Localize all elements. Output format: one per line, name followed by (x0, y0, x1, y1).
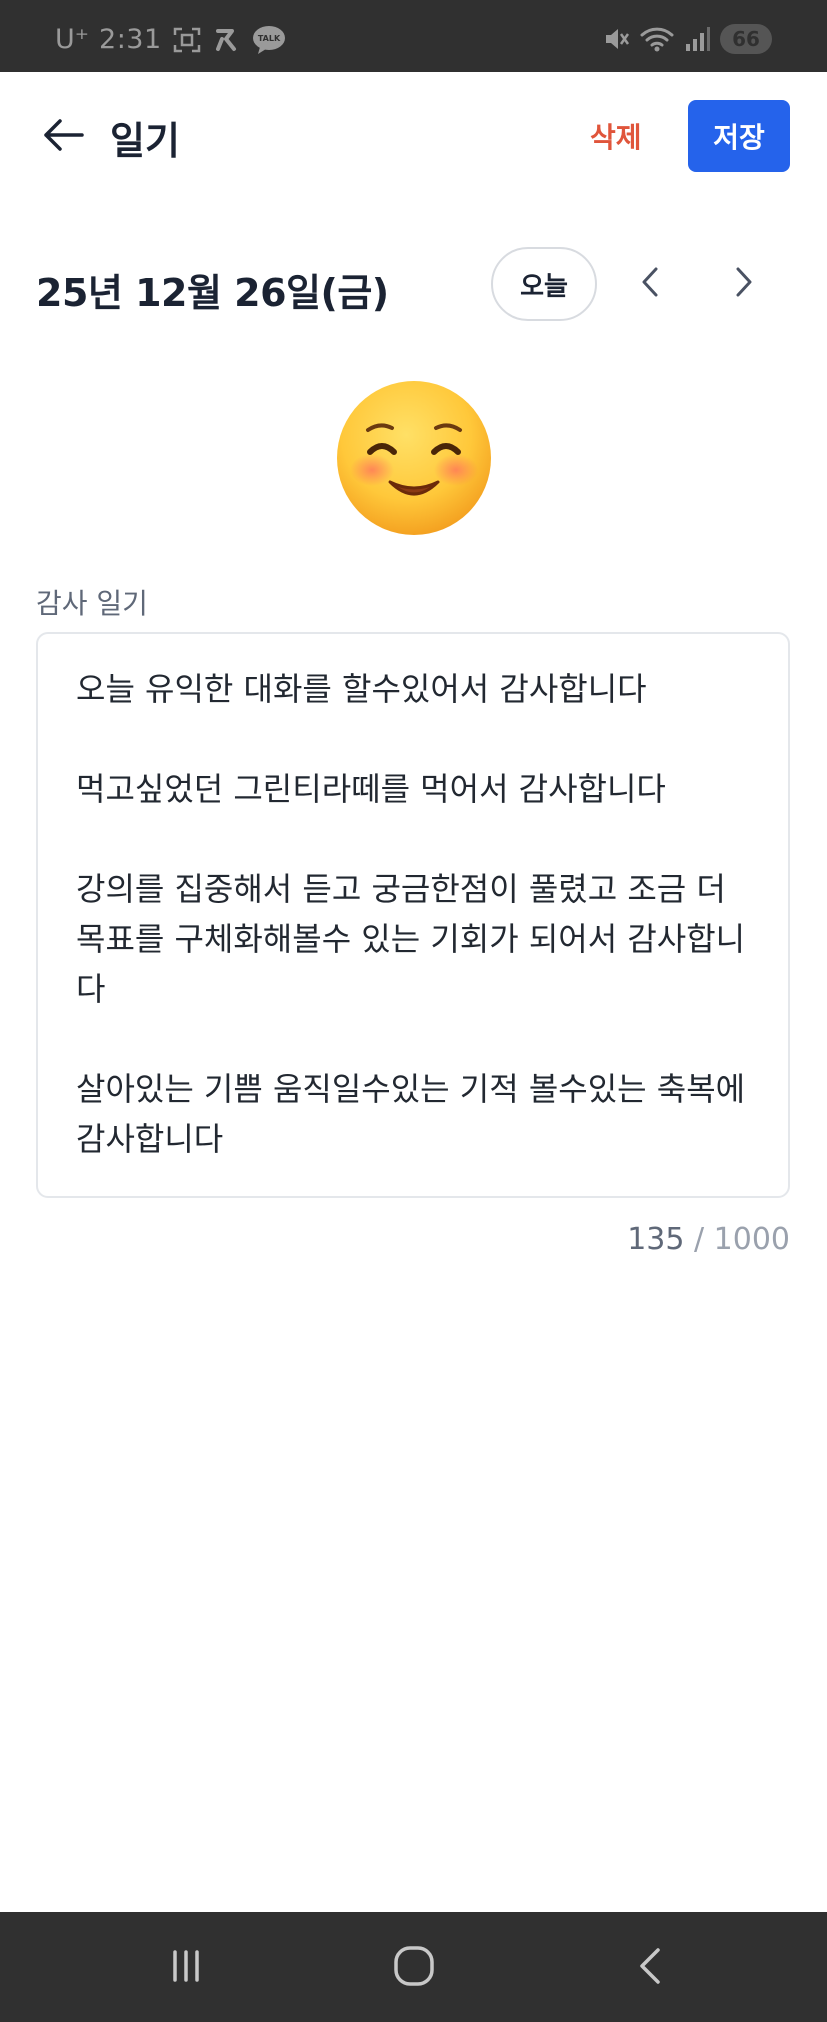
app-icon (212, 25, 242, 55)
home-icon (392, 1944, 436, 1992)
mute-icon (602, 25, 630, 53)
next-day-button[interactable] (722, 262, 766, 306)
diary-type-label: 감사 일기 (36, 587, 148, 620)
delete-button[interactable]: 삭제 (590, 116, 642, 156)
mood-emoji[interactable] (334, 378, 494, 538)
status-bar-right: 66 (602, 24, 772, 54)
battery-indicator: 66 (720, 24, 772, 54)
home-button[interactable] (384, 1940, 444, 1996)
system-back-button[interactable] (620, 1940, 680, 1996)
clock: 2:31 (99, 24, 162, 55)
signal-icon (684, 25, 710, 53)
today-button[interactable]: 오늘 (491, 247, 597, 321)
diary-screen: U⁺ 2:31 TALK 66 일기 삭제 저장 25년 12월 26일(금) … (0, 0, 827, 2022)
kakaotalk-icon: TALK (252, 25, 286, 55)
screenshot-icon (172, 26, 202, 54)
character-limit: / 1000 (694, 1222, 790, 1257)
save-button[interactable]: 저장 (688, 100, 790, 172)
recent-apps-icon (166, 1946, 206, 1990)
character-counter: 135 / 1000 (627, 1222, 790, 1257)
carrier-label: U⁺ (55, 24, 90, 55)
chevron-left-icon (638, 265, 662, 303)
app-header: 일기 삭제 저장 (0, 72, 827, 200)
previous-day-button[interactable] (628, 262, 672, 306)
character-count: 135 (627, 1222, 685, 1257)
diary-textarea[interactable]: 오늘 유익한 대화를 할수있어서 감사합니다 먹고싶었던 그린티라떼를 먹어서 … (36, 632, 790, 1198)
wifi-icon (640, 25, 674, 53)
diary-content[interactable]: 오늘 유익한 대화를 할수있어서 감사합니다 먹고싶었던 그린티라떼를 먹어서 … (76, 664, 756, 1164)
page-title: 일기 (110, 119, 180, 163)
smiling-face-icon (337, 381, 491, 535)
back-button[interactable] (38, 112, 88, 162)
date-navigation: 25년 12월 26일(금) 오늘 (0, 240, 827, 328)
recent-apps-button[interactable] (156, 1940, 216, 1996)
system-navigation-bar (0, 1912, 827, 2022)
svg-text:TALK: TALK (257, 34, 280, 43)
status-bar: U⁺ 2:31 TALK 66 (0, 0, 827, 72)
chevron-right-icon (732, 265, 756, 303)
diary-date: 25년 12월 26일(금) (36, 271, 389, 315)
arrow-left-icon (42, 118, 84, 156)
status-bar-left: U⁺ 2:31 TALK (55, 24, 286, 55)
back-icon (634, 1944, 666, 1992)
